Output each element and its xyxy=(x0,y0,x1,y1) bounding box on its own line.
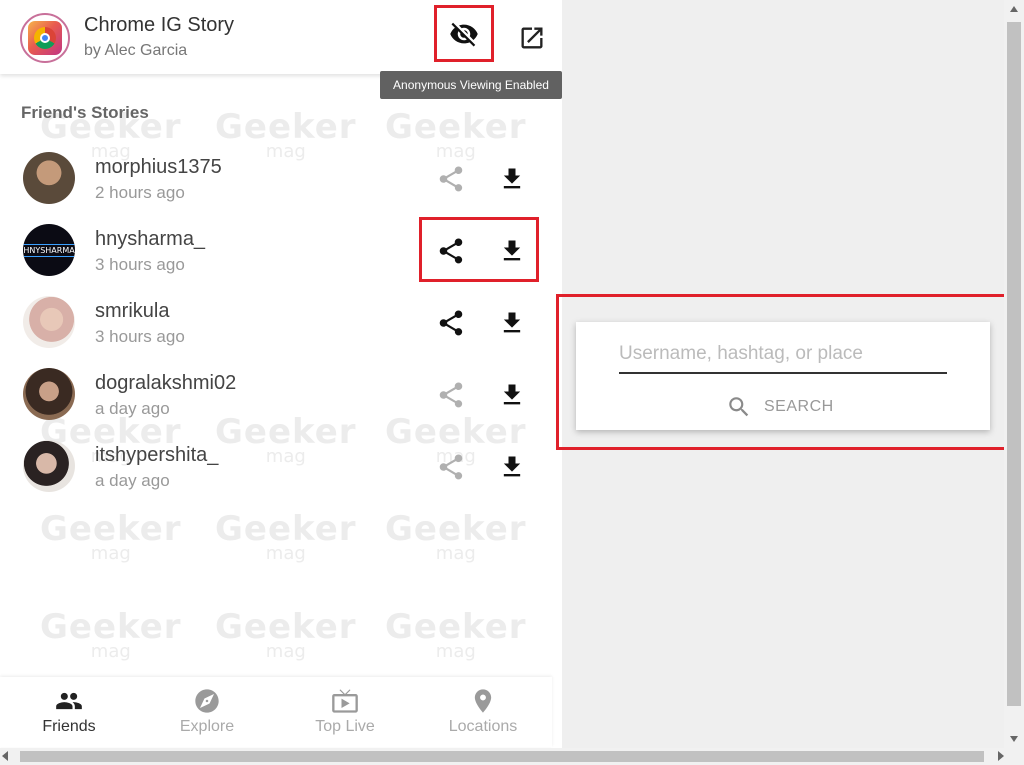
nav-top-live[interactable]: Top Live xyxy=(290,677,400,747)
nav-label: Top Live xyxy=(315,718,375,735)
search-icon xyxy=(729,397,749,417)
watermark: Geekermag xyxy=(215,607,357,662)
story-row[interactable]: morphius1375 2 hours ago xyxy=(0,152,562,224)
vertical-scrollbar[interactable] xyxy=(1004,0,1024,748)
story-username: smrikula xyxy=(95,300,170,322)
scroll-down-arrow-icon[interactable] xyxy=(1004,730,1024,748)
scroll-right-arrow-icon[interactable] xyxy=(998,751,1004,761)
open-in-new-button[interactable] xyxy=(512,20,552,56)
search-input[interactable] xyxy=(619,336,947,374)
nav-locations[interactable]: Locations xyxy=(428,677,538,747)
anonymous-viewing-toggle[interactable] xyxy=(434,5,494,62)
download-icon[interactable] xyxy=(498,452,526,482)
watermark: Geekermag xyxy=(385,509,527,564)
open-in-new-icon xyxy=(521,27,543,49)
story-username: dogralakshmi02 xyxy=(95,372,237,394)
story-row[interactable]: dogralakshmi02 a day ago xyxy=(0,368,562,440)
avatar xyxy=(23,368,75,420)
scroll-left-arrow-icon[interactable] xyxy=(2,751,8,761)
avatar xyxy=(23,296,75,348)
highlight-box xyxy=(419,217,539,282)
scrollbar-thumb[interactable] xyxy=(1007,22,1021,706)
app-logo xyxy=(20,13,70,63)
watermark: Geekermag xyxy=(40,607,182,662)
watermark: Geekermag xyxy=(385,607,527,662)
anonymous-tooltip: Anonymous Viewing Enabled xyxy=(380,71,562,99)
story-row[interactable]: itshypershita_ a day ago xyxy=(0,440,562,512)
watermark: Geekermag xyxy=(40,509,182,564)
share-icon[interactable] xyxy=(436,308,466,338)
nav-friends[interactable]: Friends xyxy=(14,677,124,747)
app-header: Chrome IG Story by Alec Garcia xyxy=(0,0,562,74)
app-window: Geeker mag Geeker mag Geeker mag Geeker mag … xyxy=(0,0,1024,765)
download-icon[interactable] xyxy=(498,308,526,338)
section-title: Friend's Stories xyxy=(21,103,149,122)
horizontal-scrollbar[interactable] xyxy=(0,748,1024,765)
watermark: Geekermag xyxy=(215,509,357,564)
share-icon[interactable] xyxy=(436,452,466,482)
story-username: hnysharma_ xyxy=(95,228,206,250)
story-time: a day ago xyxy=(95,399,170,418)
avatar: HNYSHARMA xyxy=(23,224,75,276)
story-time: 2 hours ago xyxy=(95,183,185,202)
avatar xyxy=(23,440,75,492)
story-time: a day ago xyxy=(95,471,170,490)
people-icon xyxy=(56,692,82,710)
nav-label: Friends xyxy=(42,718,96,735)
left-panel: Geeker mag Geeker mag Geeker mag Geeker mag … xyxy=(0,0,562,748)
share-icon[interactable] xyxy=(436,380,466,410)
location-pin-icon xyxy=(474,689,492,713)
app-title: Chrome IG Story xyxy=(84,14,235,36)
scroll-up-arrow-icon[interactable] xyxy=(1004,0,1024,18)
story-time: 3 hours ago xyxy=(95,327,185,346)
download-icon[interactable] xyxy=(498,164,526,194)
story-time: 3 hours ago xyxy=(95,255,185,274)
eye-off-icon xyxy=(450,22,478,46)
nav-label: Locations xyxy=(448,718,518,735)
story-username: morphius1375 xyxy=(95,156,222,178)
live-tv-icon xyxy=(332,689,358,713)
avatar-text: HNYSHARMA xyxy=(23,243,75,257)
nav-explore[interactable]: Explore xyxy=(152,677,262,747)
scrollbar-thumb[interactable] xyxy=(20,751,984,762)
story-row[interactable]: smrikula 3 hours ago xyxy=(0,296,562,368)
compass-icon xyxy=(195,689,219,713)
search-button-label: SEARCH xyxy=(764,398,834,415)
app-author: by Alec Garcia xyxy=(84,42,188,59)
bottom-navigation: Friends Explore Top Live Locations xyxy=(0,677,552,747)
nav-label: Explore xyxy=(179,718,235,735)
search-card: SEARCH xyxy=(576,322,990,430)
share-icon[interactable] xyxy=(436,164,466,194)
search-button[interactable]: SEARCH xyxy=(726,392,846,422)
download-icon[interactable] xyxy=(498,380,526,410)
avatar xyxy=(23,152,75,204)
story-username: itshypershita_ xyxy=(95,444,219,466)
